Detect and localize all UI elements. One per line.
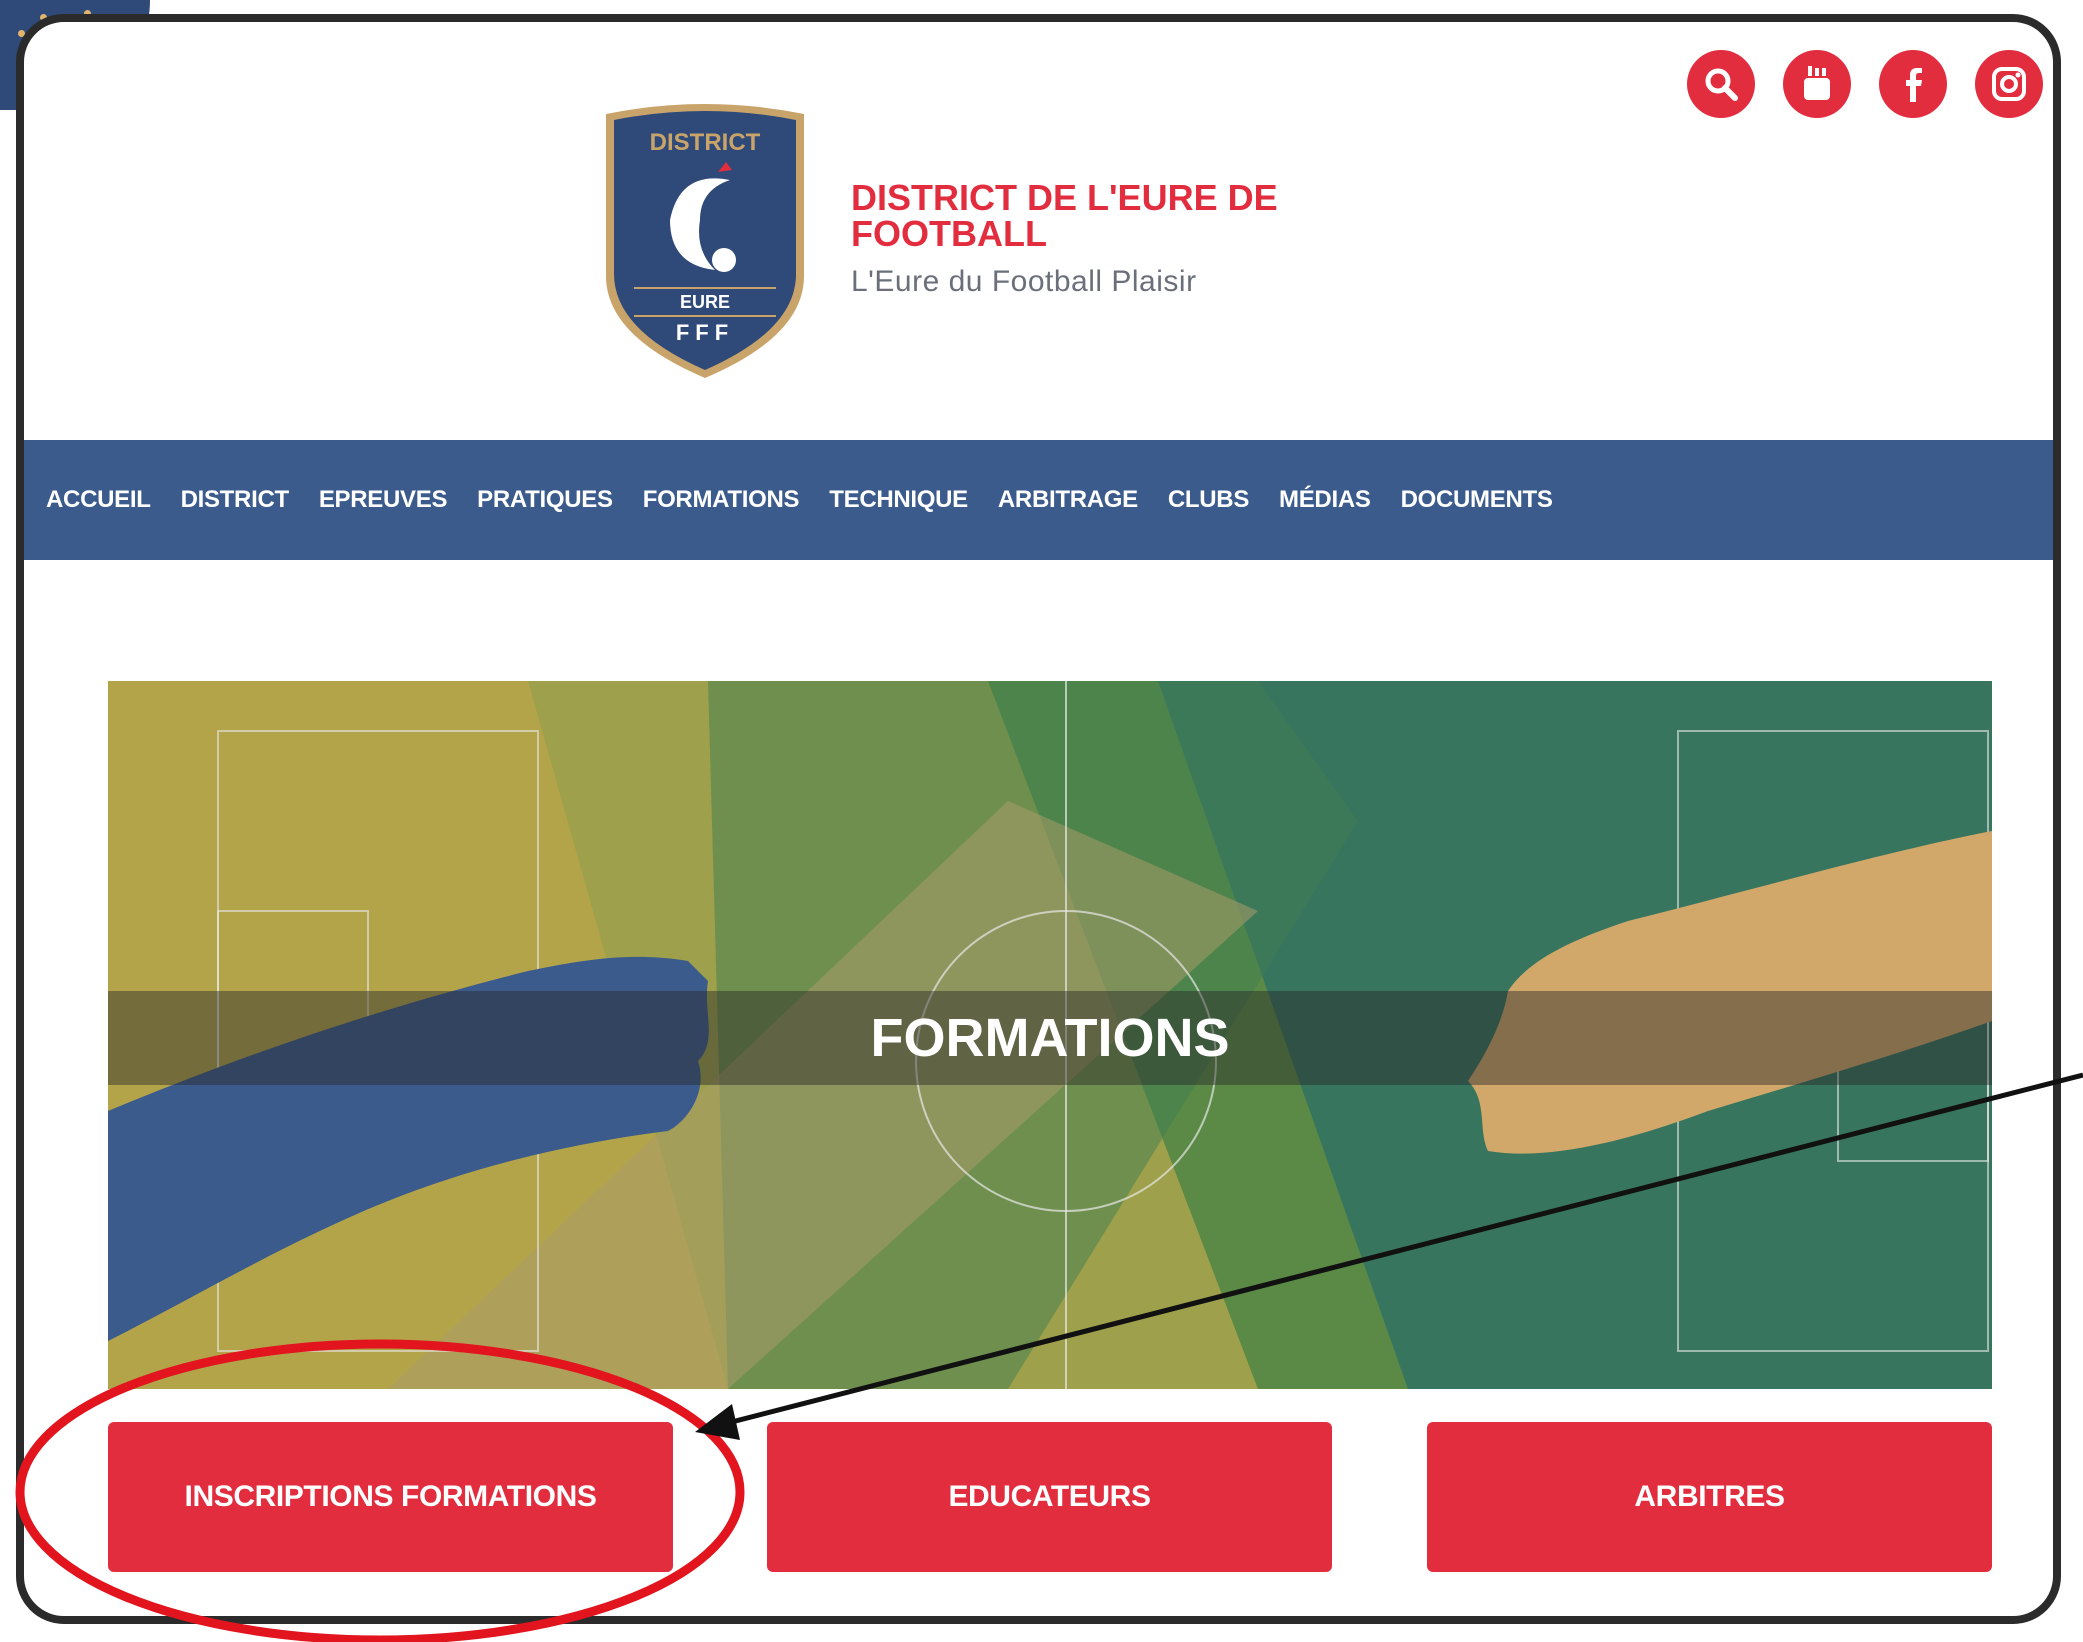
- nav-item-documents[interactable]: DOCUMENTS: [1401, 486, 1553, 514]
- search-icon[interactable]: [1687, 50, 1755, 118]
- logo-top-text: DISTRICT: [650, 129, 761, 156]
- nav-item-clubs[interactable]: CLUBS: [1168, 486, 1249, 514]
- hero-title: FORMATIONS: [870, 1008, 1230, 1068]
- nav-item-epreuves[interactable]: EPREUVES: [319, 486, 448, 514]
- site-title[interactable]: DISTRICT DE L'EURE DE FOOTBALL: [851, 180, 1371, 252]
- main-nav: ACCUEIL DISTRICT EPREUVES PRATIQUES FORM…: [24, 440, 2053, 560]
- nav-item-formations[interactable]: FORMATIONS: [643, 486, 800, 514]
- nav-item-arbitrage[interactable]: ARBITRAGE: [998, 486, 1138, 514]
- educateurs-button[interactable]: EDUCATEURS: [767, 1422, 1332, 1572]
- youtube-icon[interactable]: [1783, 50, 1851, 118]
- hero-banner: FORMATIONS: [108, 681, 1992, 1389]
- nav-item-pratiques[interactable]: PRATIQUES: [477, 486, 613, 514]
- facebook-icon[interactable]: [1879, 50, 1947, 118]
- nav-item-technique[interactable]: TECHNIQUE: [829, 486, 968, 514]
- social-links: [1687, 50, 2043, 118]
- nav-item-district[interactable]: DISTRICT: [181, 486, 290, 514]
- device-frame: DISTRICT EURE FFF DISTRICT DE L'EURE DE …: [16, 14, 2061, 1624]
- district-logo[interactable]: DISTRICT EURE FFF: [600, 100, 810, 382]
- instagram-icon[interactable]: [1975, 50, 2043, 118]
- nav-item-accueil[interactable]: ACCUEIL: [46, 486, 151, 514]
- inscriptions-formations-button[interactable]: INSCRIPTIONS FORMATIONS: [108, 1422, 673, 1572]
- nav-item-medias[interactable]: MÉDIAS: [1279, 486, 1371, 514]
- logo-fff-text: FFF: [676, 320, 734, 345]
- arbitres-button[interactable]: ARBITRES: [1427, 1422, 1992, 1572]
- logo-bottom-text: EURE: [680, 292, 730, 312]
- site-tagline: L'Eure du Football Plaisir: [851, 265, 1197, 298]
